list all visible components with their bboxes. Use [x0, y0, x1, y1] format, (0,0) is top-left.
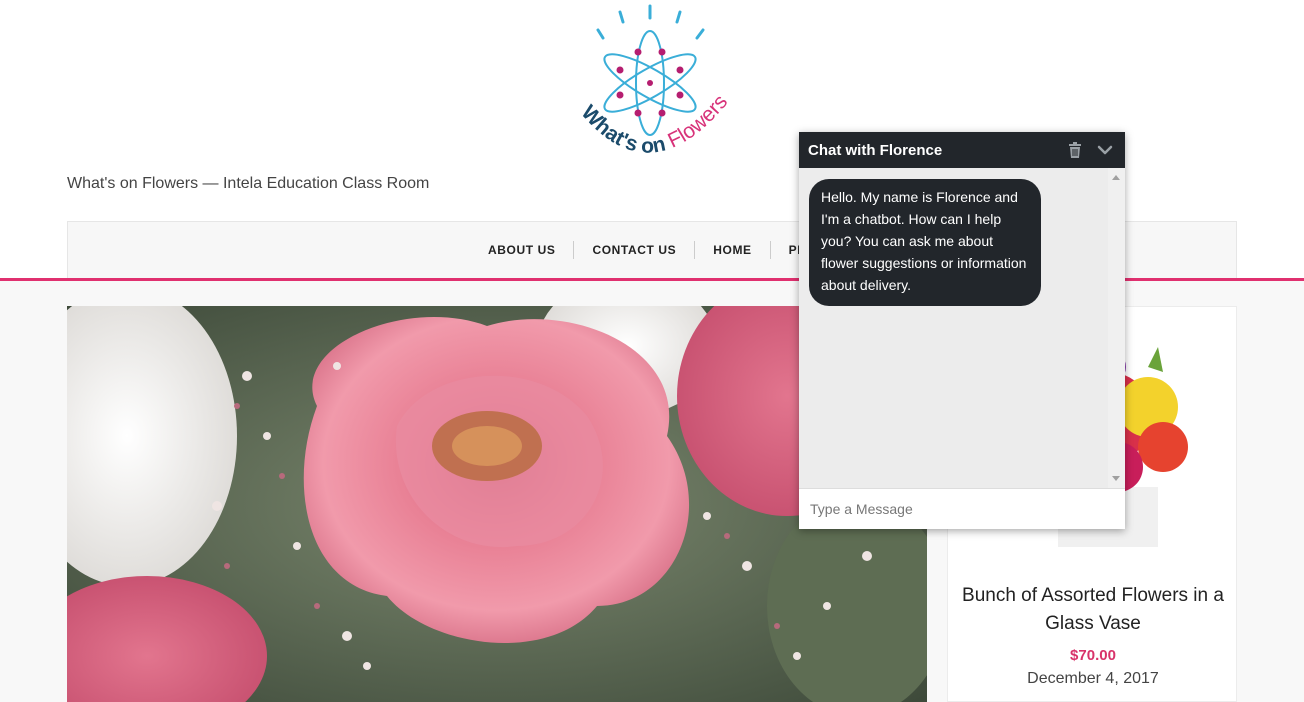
site-tagline: What's on Flowers — Intela Education Cla…	[67, 175, 430, 192]
chat-scrollbar[interactable]	[1108, 168, 1125, 488]
site-logo[interactable]: What's on Flowers	[570, 0, 740, 175]
chevron-down-icon[interactable]	[1096, 141, 1114, 159]
product-date: December 4, 2017	[1027, 670, 1159, 687]
scroll-up-arrow-icon[interactable]	[1112, 175, 1120, 180]
product-price: $70.00	[1070, 647, 1116, 664]
bot-message-bubble: Hello. My name is Florence and I'm a cha…	[809, 179, 1041, 306]
trash-icon[interactable]	[1066, 141, 1084, 159]
chat-widget: Chat with Florence Hello. My name is Flo…	[799, 132, 1125, 529]
logo-text-pink: Flowers	[664, 90, 732, 152]
scroll-down-arrow-icon[interactable]	[1112, 476, 1120, 481]
product-title[interactable]: Bunch of Assorted Flowers in a Glass Vas…	[958, 582, 1228, 638]
nav-about-us[interactable]: ABOUT US	[470, 243, 573, 257]
chat-messages: Hello. My name is Florence and I'm a cha…	[799, 168, 1108, 488]
chat-title: Chat with Florence	[808, 142, 943, 159]
nav-home[interactable]: HOME	[695, 243, 769, 257]
nav-contact-us[interactable]: CONTACT US	[574, 243, 694, 257]
chat-message-input[interactable]	[799, 488, 1125, 529]
hero-image-peonies[interactable]	[67, 306, 927, 702]
chat-header[interactable]: Chat with Florence	[799, 132, 1125, 168]
